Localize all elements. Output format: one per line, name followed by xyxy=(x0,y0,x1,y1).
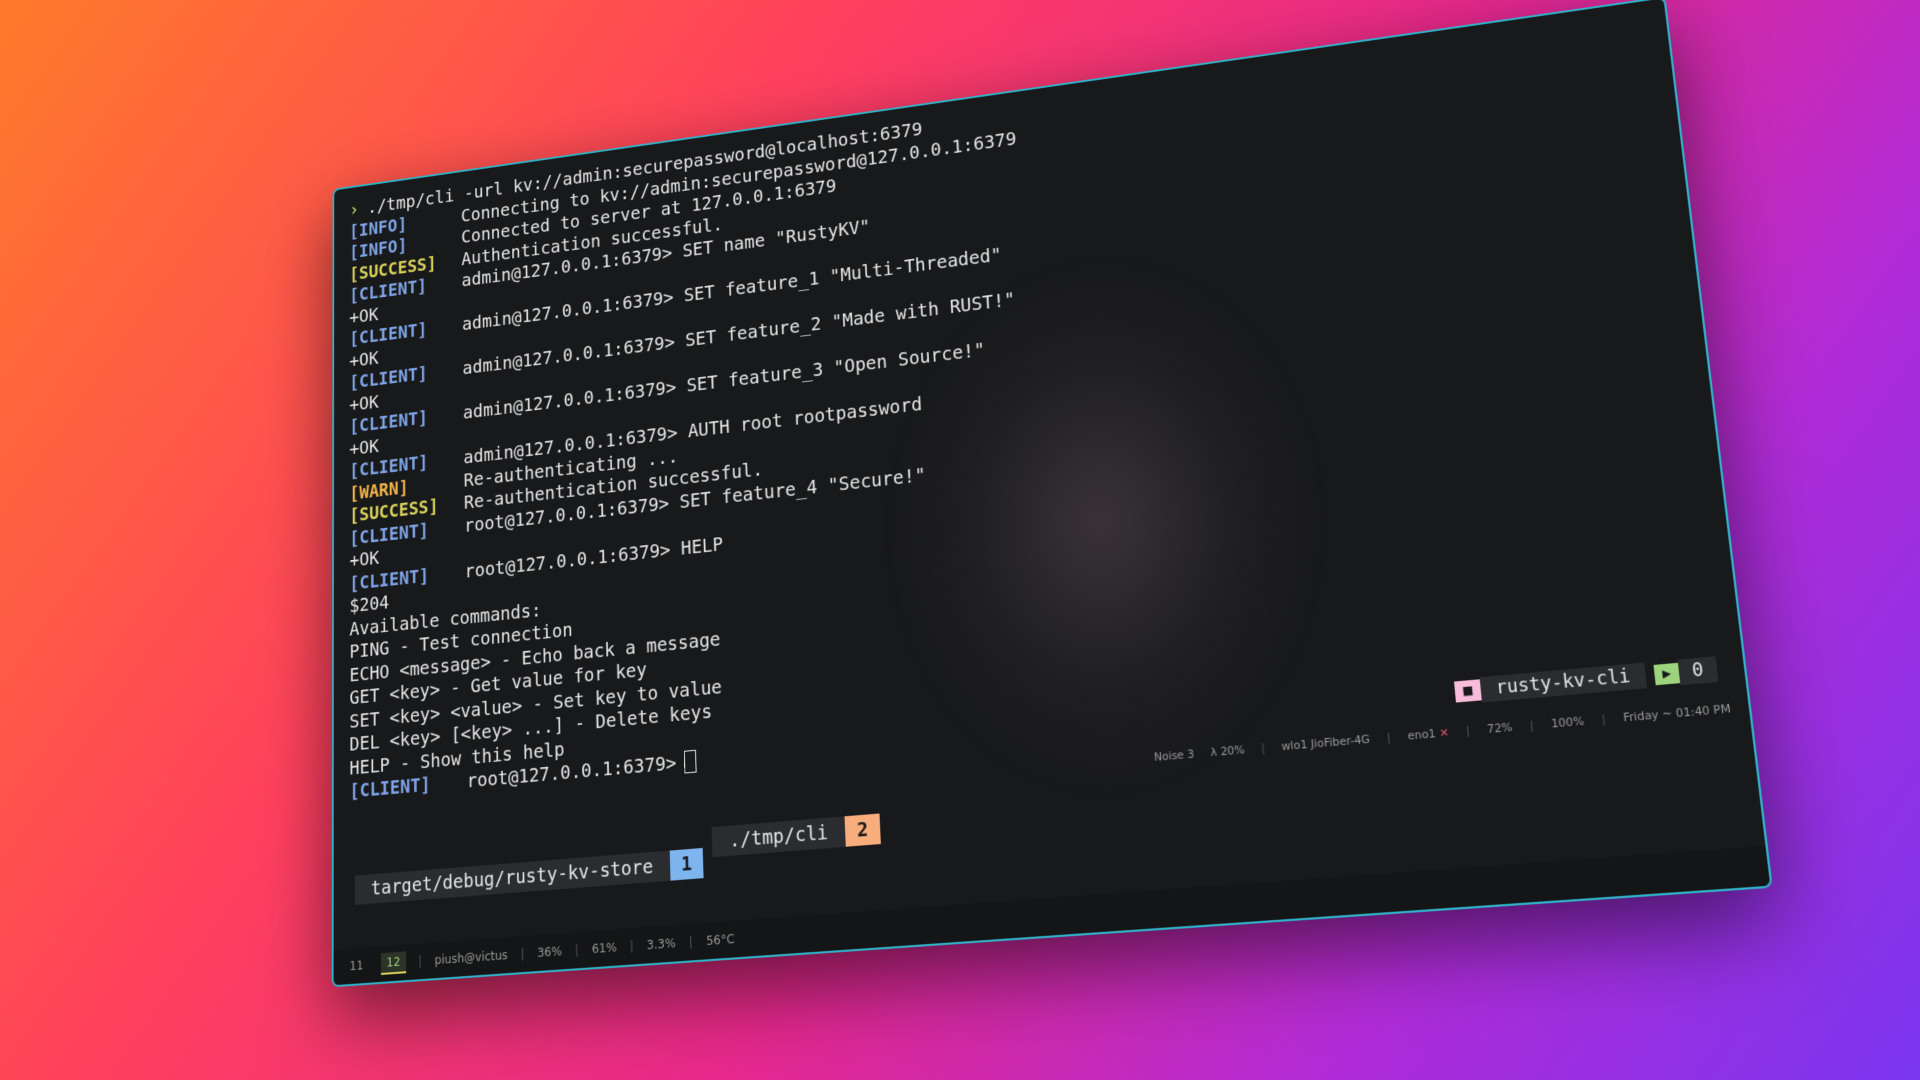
terminal-icon: ▶ xyxy=(1653,662,1680,685)
memory-usage: 61% xyxy=(591,940,617,957)
tab-bar: target/debug/rusty-kv-store 1 ./tmp/cli … xyxy=(354,813,882,905)
workspace-11[interactable]: 11 xyxy=(344,955,368,977)
folder-icon: ■ xyxy=(1453,679,1482,703)
cpu-usage: 3.3% xyxy=(646,936,676,953)
prompt-arrow-icon: › xyxy=(349,199,359,221)
lambda-status: λ 20% xyxy=(1210,743,1246,760)
user-host: piush@victus xyxy=(434,948,508,968)
eth-status: eno1 ✕ xyxy=(1407,726,1450,743)
battery-status: 72% xyxy=(1486,721,1514,737)
text-cursor[interactable] xyxy=(683,749,697,774)
wifi-status: wlo1 JioFiber-4G xyxy=(1281,733,1371,754)
terminal-window[interactable]: › ./tmp/cli -url kv://admin:securepasswor… xyxy=(331,0,1773,988)
datetime: Friday ~ 01:40 PM xyxy=(1622,702,1732,725)
cpu-temp: 56°C xyxy=(705,931,735,949)
tab-rusty-kv-store[interactable]: target/debug/rusty-kv-store 1 xyxy=(354,847,704,905)
line-text: +OK xyxy=(349,547,380,572)
tab-cli[interactable]: ./tmp/cli 2 xyxy=(711,813,881,858)
brightness-status: 100% xyxy=(1550,715,1585,731)
pane-count: 0 xyxy=(1677,656,1719,686)
disk-usage: 36% xyxy=(537,944,563,961)
workspace-12[interactable]: 12 xyxy=(381,951,406,975)
